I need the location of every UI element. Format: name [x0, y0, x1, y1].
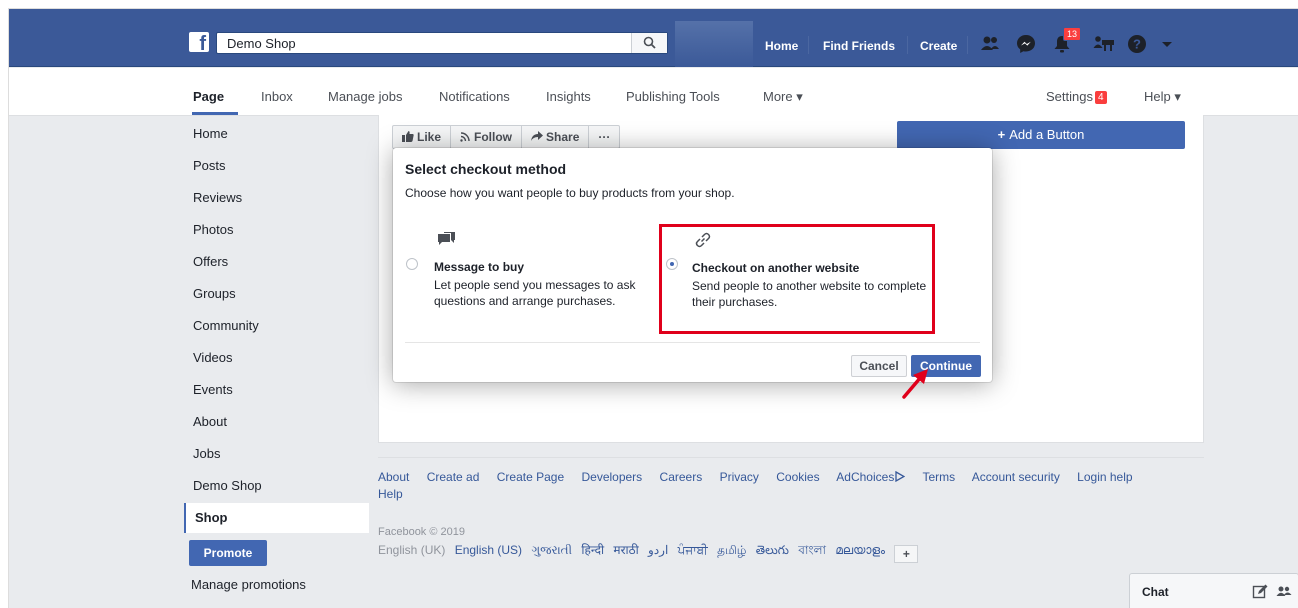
- search-button[interactable]: [631, 33, 667, 53]
- cancel-button[interactable]: Cancel: [851, 355, 907, 377]
- dialog-footer-divider: [405, 342, 980, 343]
- nav-divider: [907, 36, 908, 54]
- option-checkout-on-another-website[interactable]: Checkout on another website Send people …: [659, 224, 935, 334]
- nav-divider: [967, 36, 968, 54]
- help-icon[interactable]: ?: [1126, 33, 1148, 55]
- top-navigation-bar: f Home Find Friends Create 13 ?: [9, 9, 1298, 67]
- option-description: Let people send you messages to ask ques…: [434, 278, 636, 308]
- option-title: Message to buy: [434, 260, 525, 274]
- notifications-count-badge: 13: [1063, 27, 1082, 41]
- dialog-subtitle: Choose how you want people to buy produc…: [405, 186, 735, 200]
- profile-link-blurred[interactable]: [675, 21, 753, 67]
- nav-divider: [808, 36, 809, 54]
- option-description: Send people to another website to comple…: [692, 279, 927, 309]
- radio-message-to-buy[interactable]: [406, 258, 418, 270]
- option-title: Checkout on another website: [692, 261, 860, 275]
- dialog-title: Select checkout method: [405, 161, 567, 177]
- friend-requests-icon[interactable]: [979, 33, 1001, 55]
- account-menu-chevron-icon[interactable]: [1160, 33, 1174, 55]
- message-icon: [438, 232, 455, 245]
- page-manager-icon[interactable]: [1092, 33, 1114, 55]
- search-icon: [643, 36, 656, 49]
- browser-viewport: f Home Find Friends Create 13 ? Page Inb…: [8, 8, 1298, 608]
- messenger-icon[interactable]: [1015, 33, 1037, 55]
- facebook-logo-icon[interactable]: f: [189, 32, 209, 52]
- option-message-to-buy[interactable]: Message to buy Let people send you messa…: [405, 224, 669, 334]
- search-box: [216, 32, 668, 54]
- select-checkout-method-dialog: Select checkout method Choose how you wa…: [393, 148, 992, 382]
- annotation-arrow-icon: [902, 369, 928, 399]
- svg-text:?: ?: [1133, 37, 1141, 52]
- nav-find-friends[interactable]: Find Friends: [823, 39, 895, 53]
- link-icon: [695, 232, 711, 248]
- search-input[interactable]: [217, 33, 631, 53]
- nav-home[interactable]: Home: [765, 39, 798, 53]
- nav-create[interactable]: Create: [920, 39, 957, 53]
- radio-checkout-on-another-website[interactable]: [666, 258, 678, 270]
